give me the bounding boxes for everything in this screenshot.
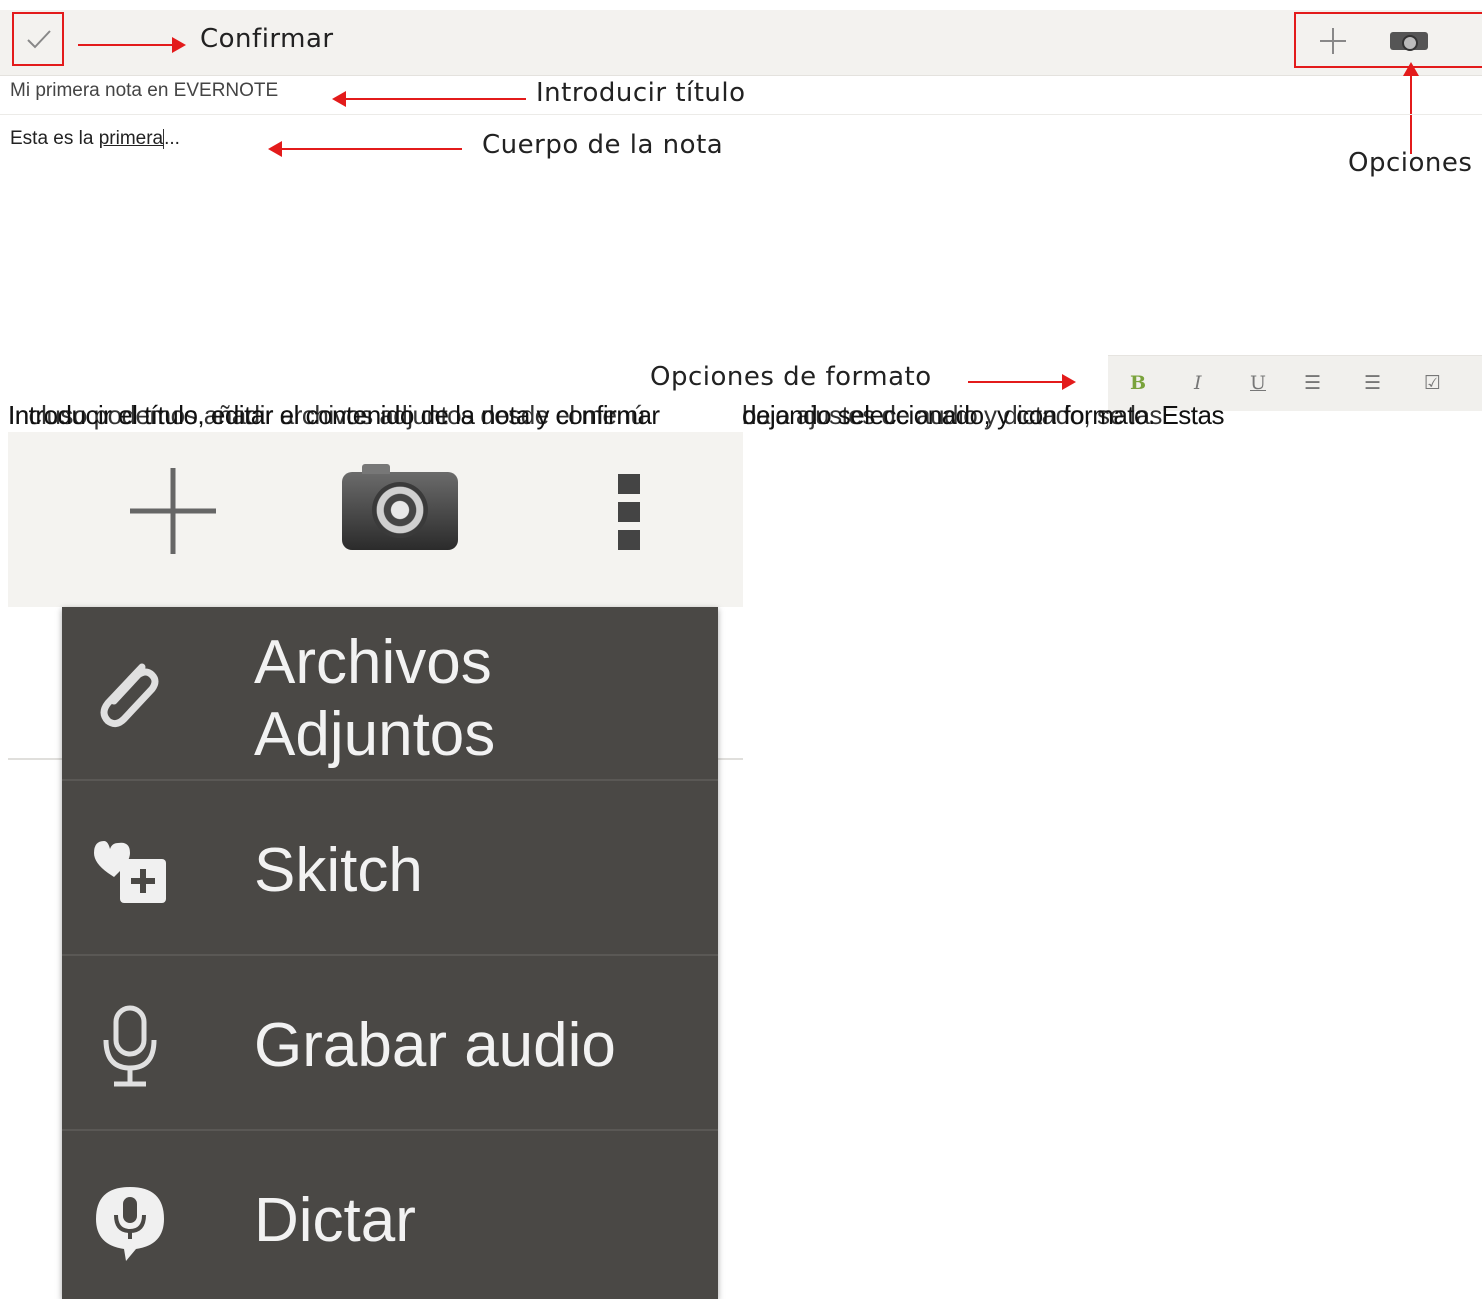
note-body-field[interactable]: Esta es la primera... bbox=[10, 128, 180, 150]
body-annotation: Cuerpo de la nota bbox=[482, 130, 724, 160]
menu-item-label: Grabar audio bbox=[254, 1011, 616, 1080]
title-arrow bbox=[332, 91, 526, 107]
caption-text: Incluso podemos añadir archivos adjuntos… bbox=[8, 400, 645, 430]
paperclip-icon bbox=[100, 663, 159, 728]
options-annotation: Opciones bbox=[1348, 148, 1473, 178]
note-title-field[interactable]: Mi primera nota en EVERNOTE bbox=[10, 80, 278, 102]
caption-text: bajo ajustes de audio y dictado, se las bbox=[742, 400, 1162, 430]
confirm-annotation: Confirmar bbox=[200, 24, 334, 54]
body-text-suffix: ... bbox=[164, 128, 180, 149]
checkbox-icon[interactable]: ☑ bbox=[1424, 372, 1441, 394]
dictate-icon bbox=[96, 1187, 164, 1261]
menu-item-skitch[interactable]: Skitch bbox=[62, 779, 718, 954]
format-annotation: Opciones de formato bbox=[650, 362, 932, 392]
menu-item-label: Dictar bbox=[254, 1186, 416, 1255]
camera-icon[interactable] bbox=[342, 464, 458, 550]
title-annotation: Introducir título bbox=[536, 78, 746, 108]
menu-item-label: Archivos Adjuntos bbox=[254, 628, 496, 769]
confirm-button[interactable] bbox=[12, 12, 64, 66]
menu-item-archivos-adjuntos[interactable]: Archivos Adjuntos bbox=[62, 607, 718, 779]
underline-button[interactable]: U bbox=[1250, 372, 1266, 394]
add-icon[interactable] bbox=[1318, 26, 1348, 56]
skitch-icon bbox=[94, 841, 166, 903]
body-text-prefix: Esta es la bbox=[10, 128, 99, 149]
title-divider bbox=[0, 114, 1482, 115]
confirm-arrow bbox=[78, 37, 186, 53]
menu-item-label: Skitch bbox=[254, 836, 423, 905]
menu-item-dictar[interactable]: Dictar bbox=[62, 1129, 718, 1299]
microphone-icon bbox=[103, 1005, 157, 1087]
format-arrow bbox=[968, 374, 1076, 390]
ordered-list-icon[interactable]: ☰ bbox=[1304, 372, 1321, 394]
overflow-menu-icon[interactable] bbox=[618, 474, 644, 554]
body-arrow bbox=[268, 141, 462, 157]
attach-dropdown-menu: Archivos Adjuntos Skitch Grabar audio Di… bbox=[62, 607, 718, 1299]
checkmark-icon bbox=[27, 30, 51, 49]
italic-button[interactable]: I bbox=[1194, 372, 1202, 394]
bold-button[interactable]: B bbox=[1130, 372, 1146, 394]
body-text-underlined: primera bbox=[98, 128, 164, 149]
add-icon[interactable] bbox=[128, 466, 218, 556]
bullet-list-icon[interactable]: ☰ bbox=[1364, 372, 1381, 394]
menu-item-grabar-audio[interactable]: Grabar audio bbox=[62, 954, 718, 1129]
camera-icon[interactable] bbox=[1390, 32, 1428, 51]
